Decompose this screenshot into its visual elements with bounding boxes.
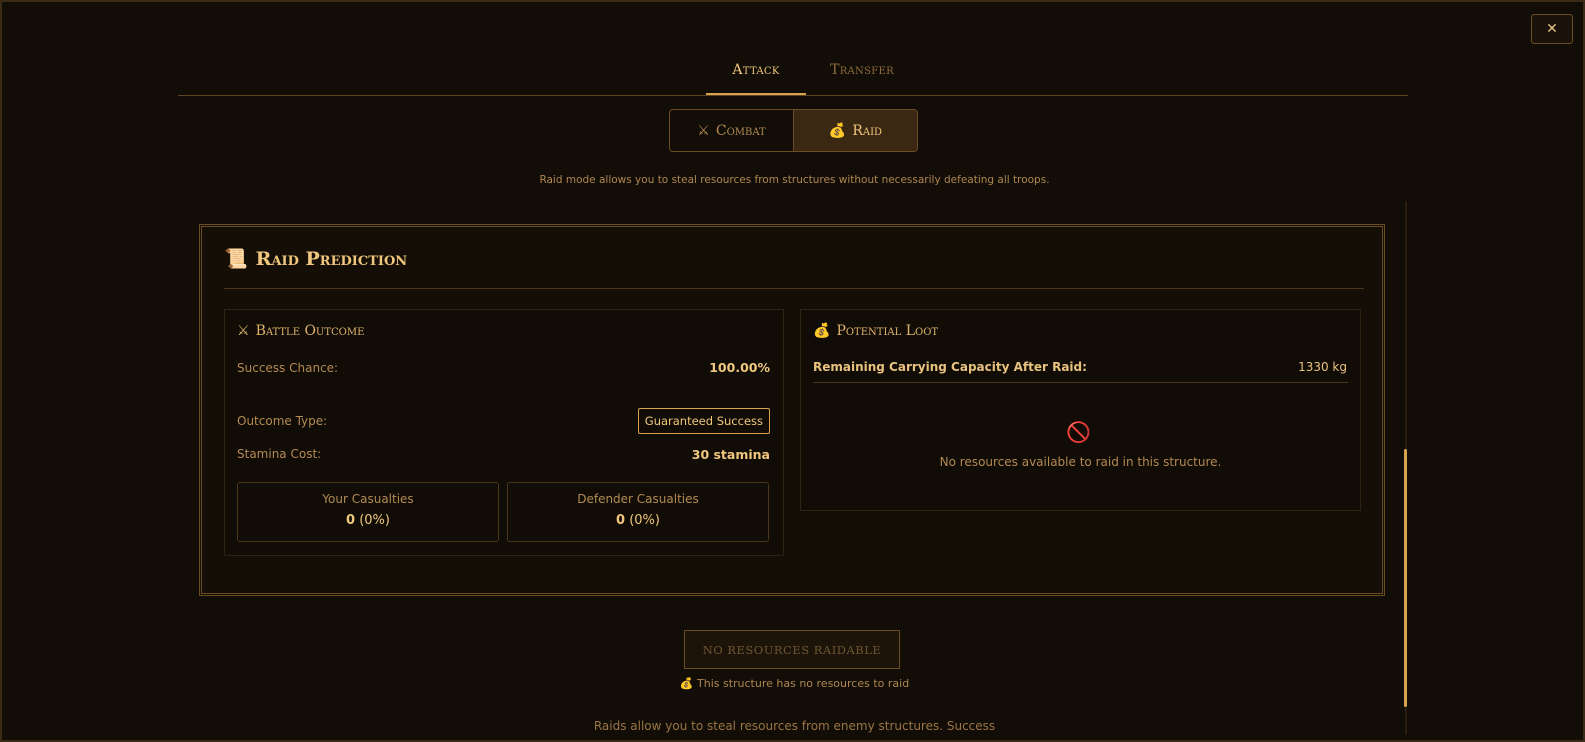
success-chance-value: 100.00% (709, 360, 770, 375)
potential-loot-title: 💰 Potential Loot (813, 323, 938, 339)
raid-prediction-title: 📜 Raid Prediction (224, 247, 408, 271)
potential-loot-heading: Potential Loot (836, 323, 939, 339)
defender-casualties-card: Defender Casualties 0 (0%) (507, 482, 769, 542)
raid-mode-label: Raid (852, 122, 883, 139)
crossed-swords-icon: ⚔ (697, 122, 710, 139)
stamina-cost-value: 30 stamina (691, 447, 770, 462)
footer-description: Raids allow you to steal resources from … (593, 719, 996, 733)
close-button[interactable]: ✕ (1531, 14, 1573, 44)
your-casualties-card: Your Casualties 0 (0%) (237, 482, 499, 542)
tab-attack[interactable]: Attack (706, 62, 806, 95)
tab-transfer[interactable]: Transfer (806, 62, 918, 95)
money-bag-icon: 💰 (828, 122, 847, 139)
raid-action-button[interactable]: NO RESOURCES RAIDABLE (684, 630, 900, 669)
battle-outcome-panel: ⚔ Battle Outcome Success Chance: 100.00%… (224, 309, 784, 556)
raid-note: 💰 This structure has no resources to rai… (2, 677, 1585, 690)
your-casualties-label: Your Casualties (322, 492, 414, 506)
outcome-type-badge: Guaranteed Success (637, 408, 770, 434)
money-bag-icon: 💰 (813, 323, 831, 339)
outcome-type-label: Outcome Type: (237, 414, 328, 428)
divider (224, 288, 1364, 289)
raid-note-text: This structure has no resources to raid (697, 677, 910, 690)
divider (813, 382, 1348, 383)
potential-loot-panel: 💰 Potential Loot Remaining Carrying Capa… (800, 309, 1361, 511)
battle-outcome-heading: Battle Outcome (255, 323, 365, 339)
raid-mode-button[interactable]: 💰 Raid (793, 110, 917, 151)
money-bag-icon: 💰 (679, 677, 694, 690)
your-casualties-percent: (0%) (359, 513, 390, 528)
mode-toggle: ⚔ Combat 💰 Raid (669, 109, 918, 152)
defender-casualties-count: 0 (616, 513, 626, 528)
carrying-capacity-value: 1330 kg (1298, 360, 1347, 374)
modal-frame: ✕ Attack Transfer ⚔ Combat 💰 Raid Raid m… (0, 0, 1585, 742)
prohibited-icon: 🚫 (1066, 420, 1091, 444)
scrollbar-thumb[interactable] (1404, 449, 1407, 707)
raid-prediction-panel: 📜 Raid Prediction ⚔ Battle Outcome Succe… (199, 224, 1385, 596)
no-resources-message: No resources available to raid in this s… (939, 455, 1222, 469)
combat-mode-button[interactable]: ⚔ Combat (670, 110, 793, 151)
close-icon: ✕ (1546, 21, 1558, 37)
tab-bar: Attack Transfer (178, 54, 1408, 96)
scroll-icon: 📜 (224, 248, 248, 270)
battle-outcome-title: ⚔ Battle Outcome (237, 323, 364, 339)
stamina-cost-label: Stamina Cost: (237, 447, 322, 461)
your-casualties-count: 0 (346, 513, 356, 528)
your-casualties-value: 0 (0%) (238, 513, 498, 528)
raid-prediction-heading: Raid Prediction (255, 247, 408, 270)
crossed-swords-icon: ⚔ (237, 323, 250, 339)
carrying-capacity-label: Remaining Carrying Capacity After Raid: (813, 360, 1087, 374)
mode-description: Raid mode allows you to steal resources … (539, 174, 1050, 186)
defender-casualties-label: Defender Casualties (577, 492, 699, 506)
defender-casualties-value: 0 (0%) (508, 513, 768, 528)
combat-mode-label: Combat (715, 122, 766, 139)
success-chance-label: Success Chance: (237, 361, 339, 375)
defender-casualties-percent: (0%) (629, 513, 660, 528)
